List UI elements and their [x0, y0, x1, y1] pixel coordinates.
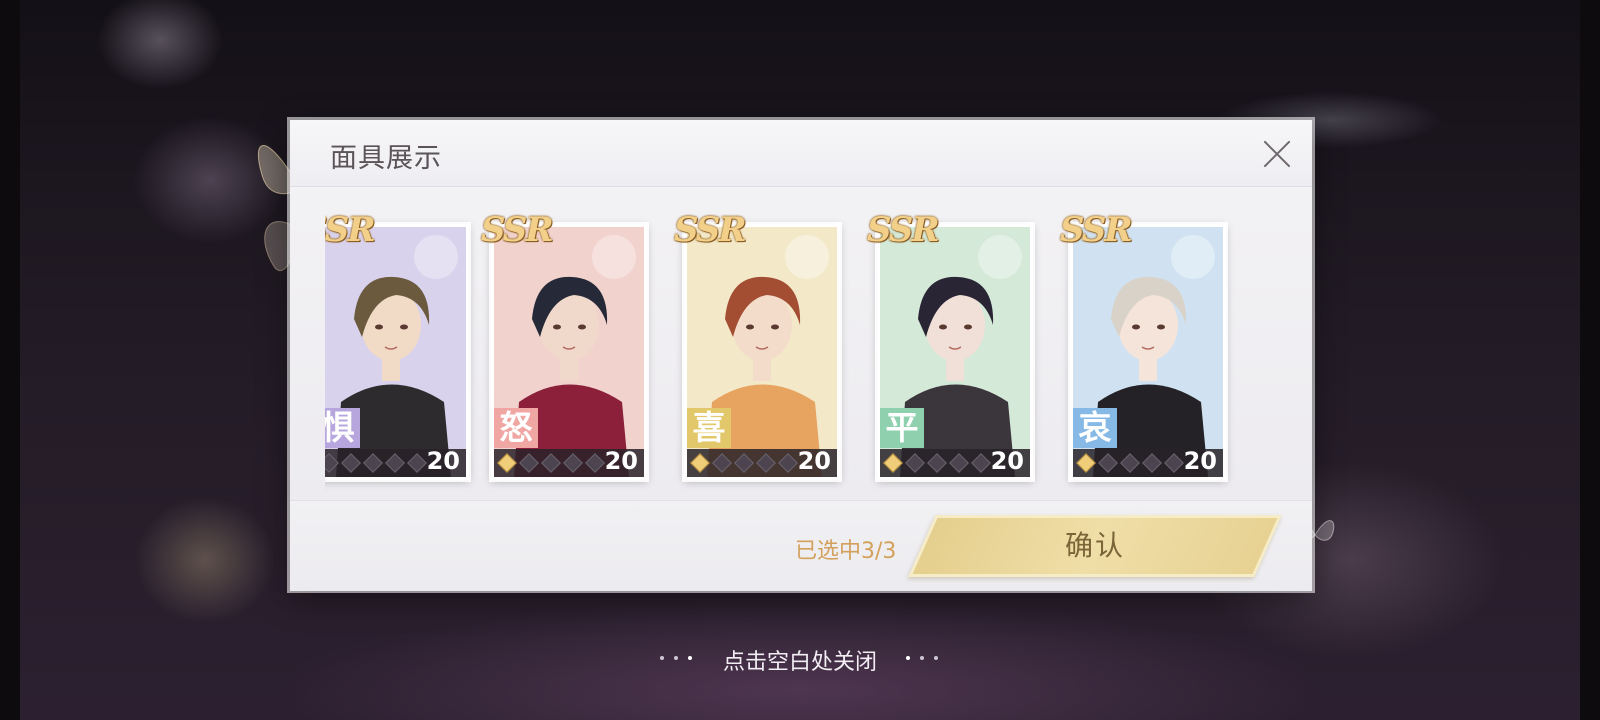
dialog-header: 面具展示	[290, 120, 1312, 187]
mask-card[interactable]: SSR 哀 20	[1060, 210, 1226, 480]
gem-icon	[497, 453, 517, 473]
star-gems	[690, 453, 798, 473]
star-gems	[1076, 453, 1184, 473]
confirm-button[interactable]: 确认	[908, 515, 1282, 577]
hint-dots-right	[906, 656, 938, 660]
gem-icon	[712, 453, 732, 473]
emotion-tag: 平	[880, 408, 924, 448]
emotion-tag: 喜	[687, 408, 731, 448]
gem-icon	[407, 453, 427, 473]
gem-icon	[385, 453, 405, 473]
card-footer: 20	[687, 447, 837, 477]
gem-icon	[519, 453, 539, 473]
gem-icon	[949, 453, 969, 473]
confirm-button-label: 确认	[1064, 529, 1125, 562]
dialog-title: 面具展示	[330, 143, 442, 174]
card-level: 20	[1183, 447, 1217, 475]
gem-icon	[778, 453, 798, 473]
rarity-badge: SSR	[674, 210, 747, 250]
gem-icon	[1120, 453, 1140, 473]
gem-icon	[563, 453, 583, 473]
card-footer: 20	[325, 447, 466, 477]
gem-icon	[756, 453, 776, 473]
rarity-badge: SSR	[325, 210, 376, 250]
gem-icon	[971, 453, 991, 473]
right-letterbox	[1580, 0, 1600, 720]
card-level: 20	[797, 447, 831, 475]
close-icon[interactable]	[1258, 136, 1294, 172]
mask-card[interactable]: SSR 怒 20	[481, 210, 647, 480]
close-hint-text: 点击空白处关闭	[722, 650, 877, 675]
mask-card[interactable]: SSR 喜 20	[674, 210, 840, 480]
star-gems	[325, 453, 427, 473]
emotion-tag: 哀	[1073, 408, 1117, 448]
gem-icon	[927, 453, 947, 473]
left-letterbox	[0, 0, 20, 720]
gem-icon	[325, 453, 339, 473]
emotion-tag: 惧	[325, 408, 360, 448]
gem-icon	[905, 453, 925, 473]
rarity-badge: SSR	[1060, 210, 1133, 250]
mask-display-dialog: 面具展示 SSR 惧 20 SSR 怒 20 SSR 喜 20 SSR 平 20 SSR 哀 20 已选中3…	[290, 120, 1312, 591]
gem-icon	[734, 453, 754, 473]
card-footer: 20	[494, 447, 644, 477]
gem-icon	[585, 453, 605, 473]
rarity-badge: SSR	[481, 210, 554, 250]
card-level: 20	[426, 447, 460, 475]
card-level: 20	[990, 447, 1024, 475]
card-level: 20	[604, 447, 638, 475]
gem-icon	[1164, 453, 1184, 473]
card-footer: 20	[880, 447, 1030, 477]
gem-icon	[1142, 453, 1162, 473]
gem-icon	[341, 453, 361, 473]
gem-icon	[1098, 453, 1118, 473]
emotion-tag: 怒	[494, 408, 538, 448]
rarity-badge: SSR	[867, 210, 940, 250]
mask-card[interactable]: SSR 平 20	[867, 210, 1033, 480]
gem-icon	[1076, 453, 1096, 473]
mask-card[interactable]: SSR 惧 20	[325, 210, 469, 480]
gem-icon	[883, 453, 903, 473]
dialog-footer: 已选中3/3 确认	[290, 500, 1312, 591]
card-footer: 20	[1073, 447, 1223, 477]
gem-icon	[363, 453, 383, 473]
star-gems	[883, 453, 991, 473]
selected-count: 已选中3/3	[795, 539, 897, 564]
star-gems	[497, 453, 605, 473]
gem-icon	[690, 453, 710, 473]
gem-icon	[541, 453, 561, 473]
